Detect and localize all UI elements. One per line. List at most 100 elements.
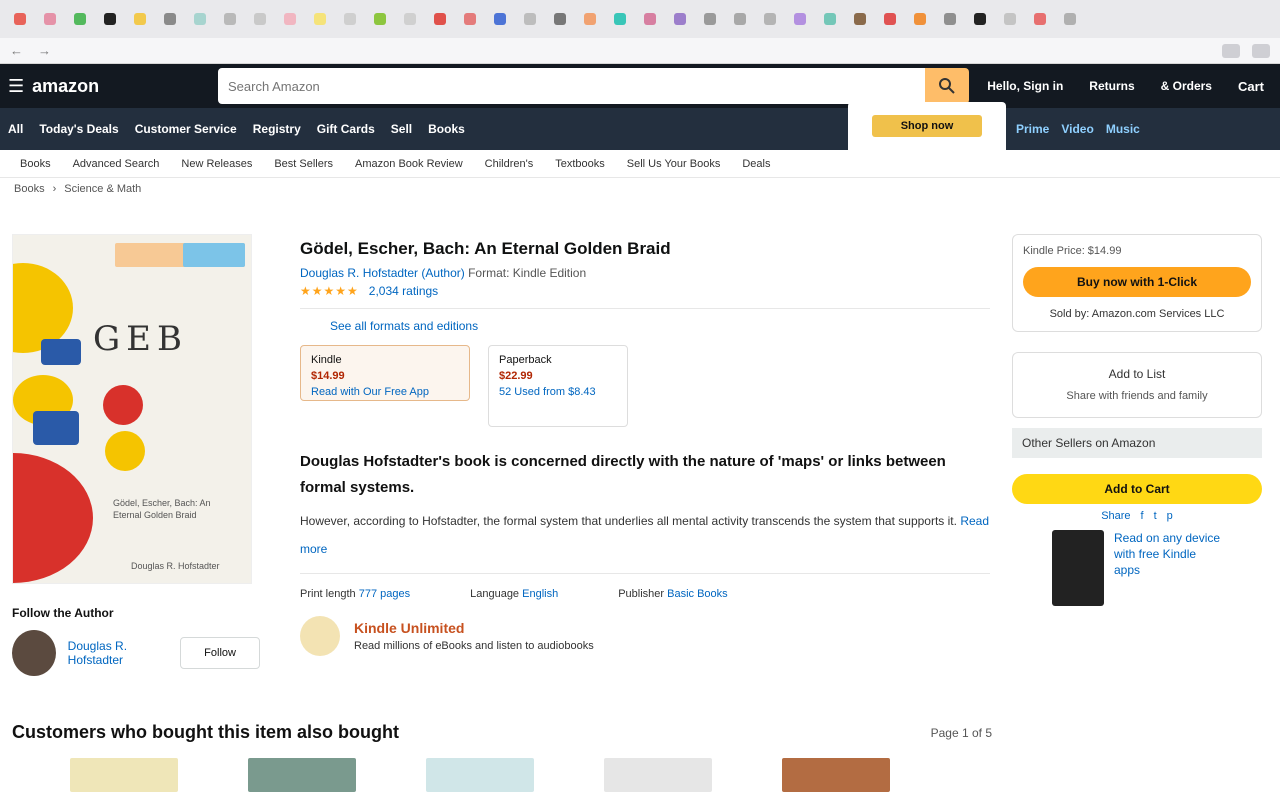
description-body: However, according to Hofstadter, the fo… [300, 514, 957, 528]
browser-tab[interactable] [998, 9, 1022, 29]
browser-tab[interactable] [1058, 9, 1082, 29]
search-button[interactable] [925, 68, 970, 104]
breadcrumb-item[interactable]: Science & Math [64, 183, 141, 195]
kindle-unlimited-promo[interactable]: Kindle Unlimited Read millions of eBooks… [300, 616, 990, 656]
subnav-item[interactable]: Amazon Book Review [355, 158, 463, 170]
browser-tab[interactable] [758, 9, 782, 29]
browser-tab[interactable] [218, 9, 242, 29]
browser-tab[interactable] [518, 9, 542, 29]
browser-tab[interactable] [788, 9, 812, 29]
browser-tab[interactable] [458, 9, 482, 29]
nav-item[interactable]: Today's Deals [39, 122, 118, 136]
cart-link[interactable]: Cart [1230, 79, 1272, 94]
nav-promo-label: Shop now [872, 115, 982, 137]
browser-tab[interactable] [488, 9, 512, 29]
add-to-cart-button[interactable]: Add to Cart [1012, 474, 1262, 504]
amazon-logo[interactable]: ☰ amazon [8, 69, 188, 103]
browser-tab[interactable] [128, 9, 152, 29]
carousel-book-thumbnail[interactable] [782, 758, 890, 792]
account-link[interactable]: Hello, Sign in [979, 79, 1071, 93]
pinterest-icon[interactable]: p [1167, 510, 1173, 522]
browser-tab[interactable] [548, 9, 572, 29]
nav-item[interactable]: Gift Cards [317, 122, 375, 136]
browser-tab[interactable] [818, 9, 842, 29]
browser-tab[interactable] [638, 9, 662, 29]
browser-tab[interactable] [698, 9, 722, 29]
browser-tab[interactable] [398, 9, 422, 29]
orders-link[interactable]: & Orders [1153, 79, 1220, 93]
browser-tab[interactable] [158, 9, 182, 29]
browser-tab[interactable] [608, 9, 632, 29]
follow-button[interactable]: Follow [180, 637, 260, 669]
carousel-book-thumbnail[interactable] [426, 758, 534, 792]
nav-item[interactable]: Sell [391, 122, 412, 136]
subnav-item[interactable]: Best Sellers [274, 158, 333, 170]
search-input[interactable] [218, 68, 926, 104]
author-link[interactable]: Douglas R. Hofstadter (Author) [300, 266, 465, 280]
browser-tab[interactable] [188, 9, 212, 29]
twitter-icon[interactable]: t [1154, 510, 1157, 522]
hamburger-icon[interactable]: ☰ [8, 76, 24, 97]
share-link[interactable]: Share [1101, 510, 1130, 522]
format-paperback[interactable]: Paperback $22.99 52 Used from $8.43 [488, 345, 628, 427]
browser-tab[interactable] [68, 9, 92, 29]
browser-tab[interactable] [938, 9, 962, 29]
back-icon[interactable]: ← [10, 43, 26, 58]
browser-tab[interactable] [338, 9, 362, 29]
nav-item[interactable]: Registry [253, 122, 301, 136]
buy-now-button[interactable]: Buy now with 1-Click [1023, 267, 1251, 297]
carousel-book-thumbnail[interactable] [604, 758, 712, 792]
other-sellers-header[interactable]: Other Sellers on Amazon [1012, 428, 1262, 458]
returns-link[interactable]: Returns [1081, 79, 1142, 93]
facebook-icon[interactable]: f [1141, 510, 1144, 522]
browser-tab[interactable] [428, 9, 452, 29]
browser-tab[interactable] [1028, 9, 1052, 29]
nav-right-item[interactable]: Prime [1016, 122, 1049, 136]
add-to-list-button[interactable]: Add to List [1023, 367, 1251, 381]
browser-tab[interactable] [38, 9, 62, 29]
browser-tab[interactable] [278, 9, 302, 29]
browser-tab[interactable] [308, 9, 332, 29]
forward-icon[interactable]: → [38, 43, 54, 58]
carousel-book-thumbnail[interactable] [248, 758, 356, 792]
format-kindle[interactable]: Kindle $14.99 Read with Our Free App [300, 345, 470, 401]
browser-tab[interactable] [248, 9, 272, 29]
author-avatar[interactable] [12, 630, 56, 676]
see-all-formats-link[interactable]: See all formats and editions [330, 319, 990, 333]
nav-item[interactable]: Books [428, 122, 465, 136]
star-rating-icon[interactable]: ★★★★★ [300, 284, 359, 298]
profile-icon[interactable] [1252, 43, 1270, 58]
subnav-item[interactable]: Deals [742, 158, 770, 170]
nav-item[interactable]: Customer Service [135, 122, 237, 136]
carousel-book-thumbnail[interactable] [70, 758, 178, 792]
browser-tab[interactable] [8, 9, 32, 29]
browser-tab[interactable] [668, 9, 692, 29]
browser-tab[interactable] [578, 9, 602, 29]
nav-promo[interactable]: Shop now [848, 102, 1006, 150]
format-other-offers[interactable]: 52 Used from $8.43 [499, 384, 617, 400]
grey-favicon-icon [554, 13, 566, 25]
browser-tab[interactable] [848, 9, 872, 29]
extension-icon[interactable] [1222, 43, 1240, 58]
nav-right-item[interactable]: Video [1061, 122, 1093, 136]
browser-tab[interactable] [728, 9, 752, 29]
subnav-item[interactable]: Children's [485, 158, 534, 170]
subnav-item[interactable]: Advanced Search [73, 158, 160, 170]
browser-tab[interactable] [98, 9, 122, 29]
subnav-item[interactable]: Sell Us Your Books [627, 158, 721, 170]
kindle-apps-link[interactable]: Read on any device with free Kindle apps [1114, 530, 1224, 606]
browser-tab[interactable] [368, 9, 392, 29]
url-field[interactable] [66, 42, 1210, 60]
ratings-count-link[interactable]: 2,034 ratings [369, 284, 438, 298]
subnav-item[interactable]: Textbooks [555, 158, 605, 170]
browser-tab[interactable] [908, 9, 932, 29]
author-name-link[interactable]: Douglas R. Hofstadter [68, 639, 134, 667]
subnav-item[interactable]: Books [20, 158, 51, 170]
nav-all-menu[interactable]: All [8, 122, 23, 136]
browser-tab[interactable] [878, 9, 902, 29]
subnav-item[interactable]: New Releases [181, 158, 252, 170]
nav-right-item[interactable]: Music [1106, 122, 1140, 136]
book-cover-image[interactable]: GEB Gödel, Escher, Bach: An Eternal Gold… [12, 234, 252, 584]
browser-tab[interactable] [968, 9, 992, 29]
breadcrumb-item[interactable]: Books [14, 183, 45, 195]
